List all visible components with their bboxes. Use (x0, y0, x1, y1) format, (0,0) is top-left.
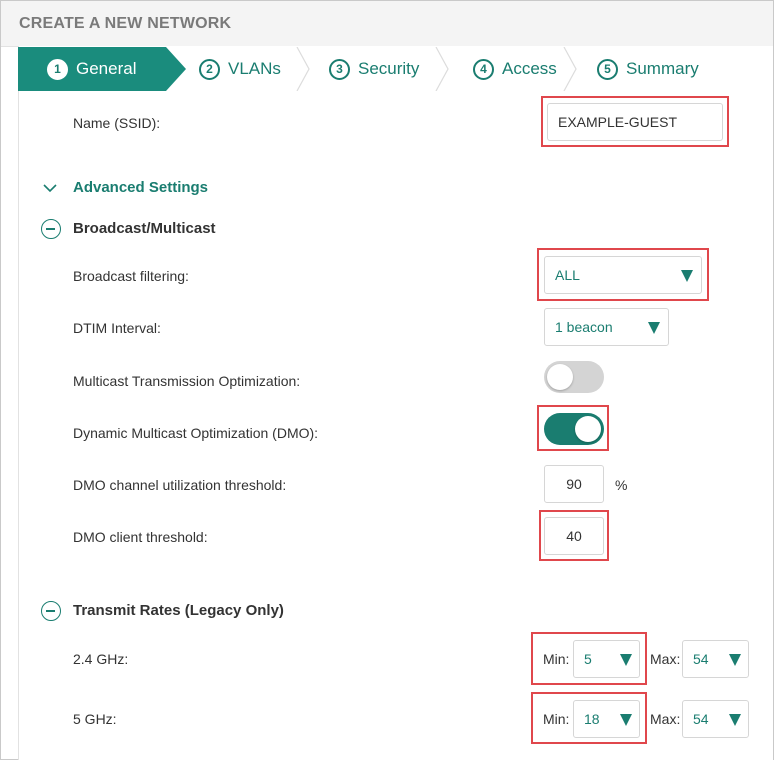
max-label: Max: (650, 711, 681, 727)
step-separator-icon (563, 47, 577, 91)
selected-value: 54 (693, 651, 709, 667)
dmo-client-label: DMO client threshold: (73, 529, 208, 545)
band-5-max-select[interactable]: 54 (682, 700, 749, 738)
dmo-highlight (537, 405, 609, 451)
advanced-settings-toggle[interactable]: Advanced Settings (73, 179, 208, 196)
step-label: VLANs (228, 59, 281, 78)
dmo-client-highlight (539, 510, 609, 561)
broadcast-section-title: Broadcast/Multicast (73, 220, 216, 237)
step-access[interactable]: 4 Access (473, 47, 557, 91)
multicast-optimization-toggle[interactable] (544, 361, 604, 393)
band-5-label: 5 GHz: (73, 711, 117, 727)
selected-value: 54 (693, 711, 709, 727)
step-label: Access (502, 59, 557, 78)
step-number: 4 (473, 58, 494, 80)
page-title: CREATE A NEW NETWORK (19, 15, 232, 32)
collapse-minus-icon[interactable] (41, 219, 61, 239)
band-5-min-highlight (531, 692, 647, 744)
caret-down-icon (648, 322, 660, 334)
step-general[interactable]: 1 General (18, 47, 166, 91)
broadcast-filtering-label: Broadcast filtering: (73, 268, 189, 284)
percent-unit: % (615, 477, 628, 493)
dialog-header: CREATE A NEW NETWORK (1, 1, 773, 47)
caret-down-icon (729, 654, 741, 666)
step-label: Summary (626, 59, 699, 78)
step-summary[interactable]: 5 Summary (597, 47, 699, 91)
band-24-max-select[interactable]: 54 (682, 640, 749, 678)
dmo-util-label: DMO channel utilization threshold: (73, 477, 287, 493)
band-24-label: 2.4 GHz: (73, 651, 129, 667)
broadcast-filtering-highlight (537, 248, 709, 301)
step-label: Security (358, 59, 420, 78)
step-separator-icon (435, 47, 449, 91)
step-label: General (76, 59, 137, 78)
max-label: Max: (650, 651, 681, 667)
multicast-optimization-label: Multicast Transmission Optimization: (73, 373, 301, 389)
step-number: 3 (329, 58, 350, 80)
caret-down-icon (729, 714, 741, 726)
band-24-min-highlight (531, 632, 647, 685)
dtim-interval-select[interactable]: 1 beacon (544, 308, 669, 346)
toggle-knob (547, 364, 573, 390)
ssid-highlight (541, 96, 729, 147)
dmo-util-input[interactable]: 90 (544, 465, 604, 503)
selected-value: 1 beacon (555, 319, 613, 335)
ssid-label: Name (SSID): (73, 115, 161, 131)
step-number: 2 (199, 58, 220, 80)
dmo-label: Dynamic Multicast Optimization (DMO): (73, 425, 319, 441)
chevron-down-icon[interactable] (43, 181, 57, 195)
collapse-minus-icon[interactable] (41, 601, 61, 621)
step-number: 5 (597, 58, 618, 80)
dtim-interval-label: DTIM Interval: (73, 320, 161, 336)
step-number: 1 (47, 58, 68, 80)
step-separator-icon (296, 47, 310, 91)
wizard-steps: 1 General 2 VLANs 3 Security 4 Access 5 … (18, 47, 773, 91)
transmit-section-title: Transmit Rates (Legacy Only) (73, 602, 284, 619)
active-step-arrow (166, 47, 186, 91)
step-vlans[interactable]: 2 VLANs (199, 47, 281, 91)
step-security[interactable]: 3 Security (329, 47, 419, 91)
